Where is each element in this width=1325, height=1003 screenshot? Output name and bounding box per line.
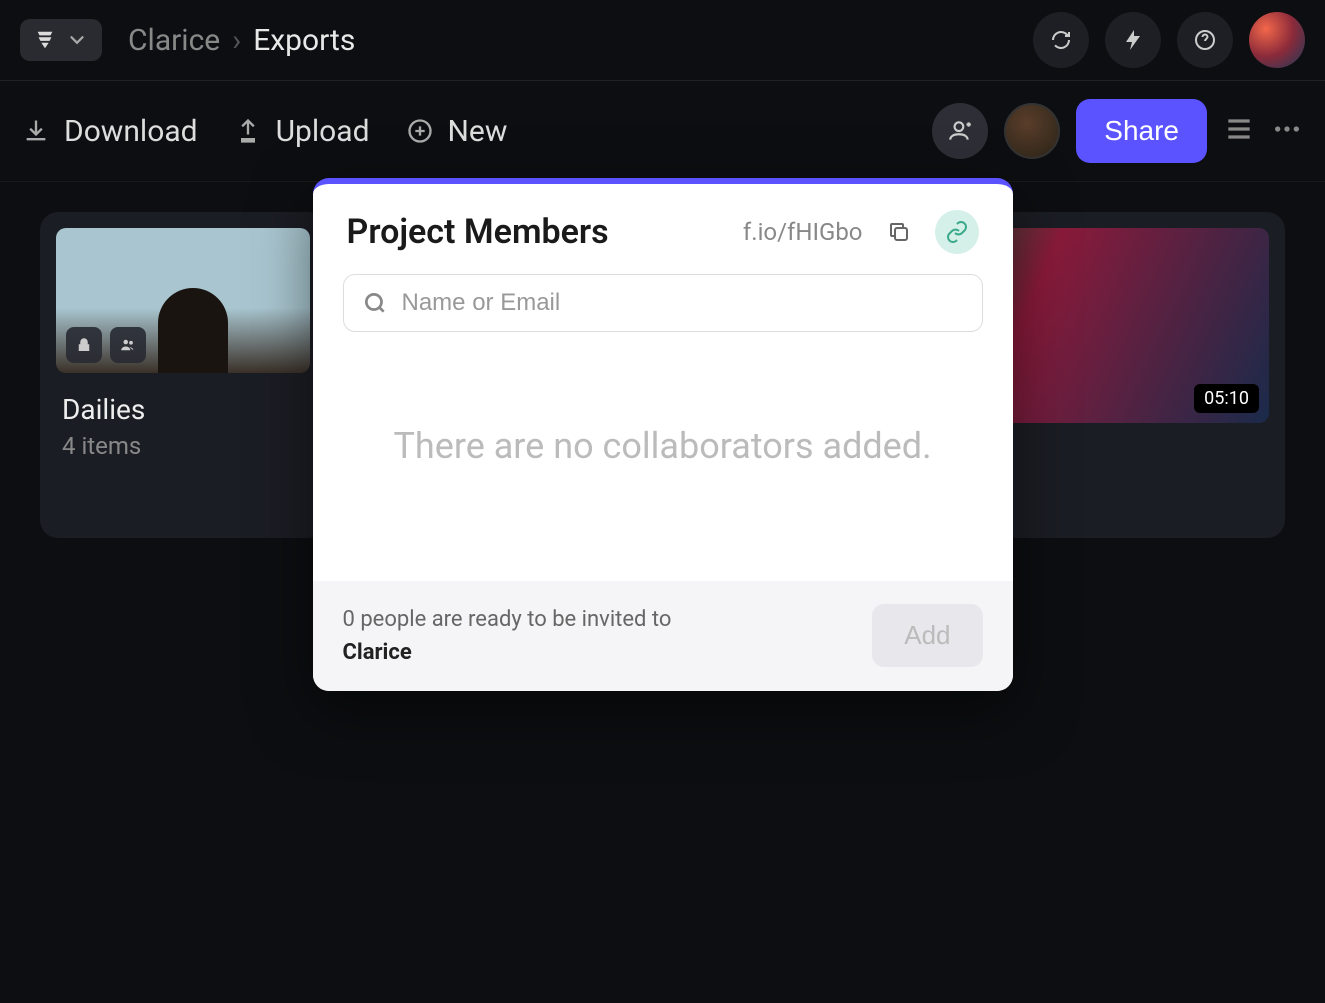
search-wrap [313,274,1013,352]
modal-title: Project Members [347,212,729,252]
link-icon [945,220,969,244]
footer-text: 0 people are ready to be invited to Clar… [343,603,853,669]
share-url[interactable]: f.io/fHIGbo [743,218,863,246]
link-button[interactable] [935,210,979,254]
modal-header: Project Members f.io/fHIGbo [313,184,1013,274]
search-input[interactable] [402,289,964,317]
project-members-modal: Project Members f.io/fHIGbo There are no… [313,178,1013,691]
copy-button[interactable] [877,210,921,254]
search-icon [362,290,388,316]
empty-state: There are no collaborators added. [313,352,1013,581]
footer-project: Clarice [343,640,412,665]
footer-prefix: 0 people are ready to be invited to [343,607,672,632]
search-box[interactable] [343,274,983,332]
copy-icon [887,220,911,244]
modal-footer: 0 people are ready to be invited to Clar… [313,581,1013,691]
add-button[interactable]: Add [872,604,982,667]
modal-backdrop: Project Members f.io/fHIGbo There are no… [0,0,1325,1003]
